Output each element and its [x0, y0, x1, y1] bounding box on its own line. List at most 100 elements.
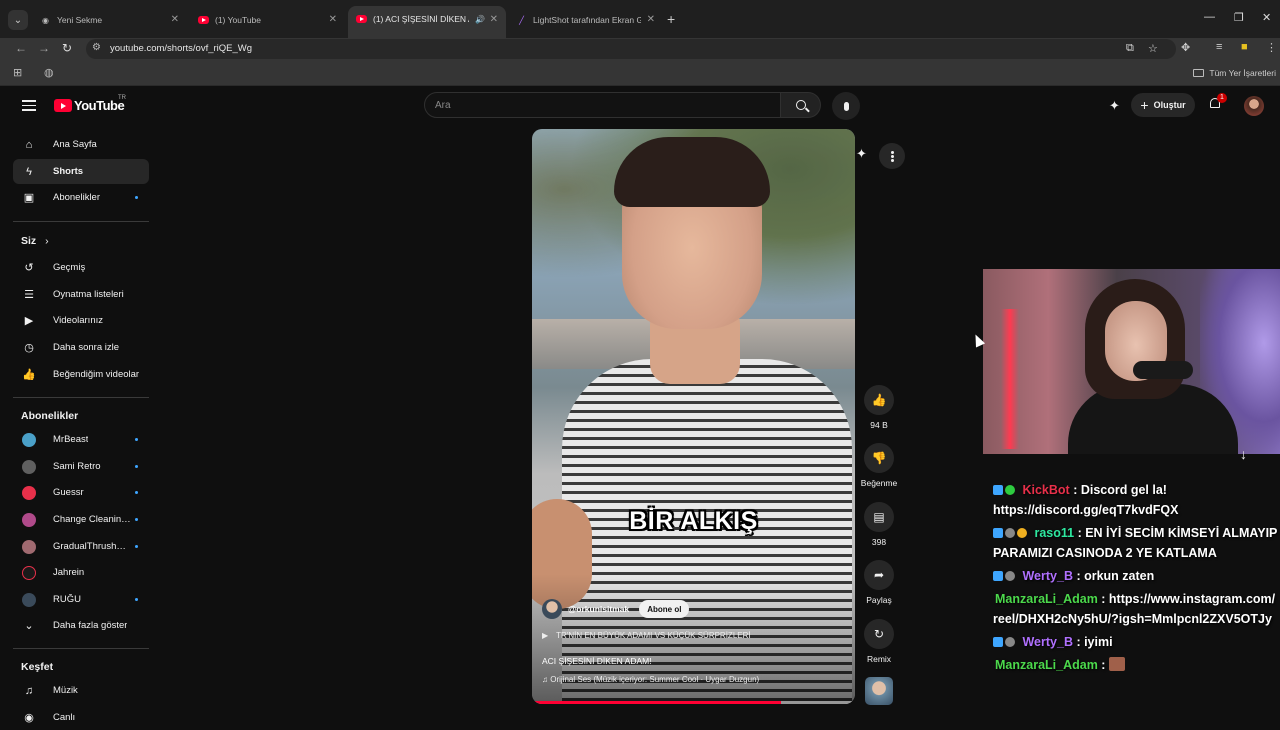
- tab-lightshot[interactable]: ╱ LightShot tarafından Ekran Gör ✕: [508, 8, 663, 32]
- sidebar-item-music[interactable]: ♫ Müzik: [13, 678, 149, 703]
- sidebar-item-channel[interactable]: Jahrein: [13, 560, 149, 585]
- subscribe-button[interactable]: Abone ol: [639, 600, 690, 618]
- extensions-icon[interactable]: ✥: [1181, 41, 1190, 54]
- new-tab-button[interactable]: +: [667, 11, 675, 27]
- sidebar-show-more[interactable]: ⌄ Daha fazla göster: [13, 613, 149, 638]
- reload-icon[interactable]: ↻: [62, 41, 72, 55]
- bookmark-star-icon[interactable]: ☆: [1148, 42, 1158, 55]
- chat-text: iyimi: [1084, 635, 1113, 649]
- tab-youtube[interactable]: (1) YouTube ✕: [190, 8, 345, 32]
- sidebar-item-live[interactable]: ◉ Canlı: [13, 705, 149, 730]
- comment-count: 398: [871, 537, 887, 547]
- sidebar: ⌂ Ana Sayfa ϟ Shorts ▣ Abonelikler Siz ›…: [0, 126, 158, 724]
- thumb-down-icon: 👎: [871, 451, 887, 465]
- shorts-icon: ϟ: [26, 165, 32, 178]
- site-info-icon[interactable]: ⚙: [92, 42, 101, 53]
- playlist-title: TR'NİN EN BÜYÜK ADAMI VS KÜÇÜK SÜRPRİZLE…: [556, 631, 751, 640]
- sidebar-item-watch-later[interactable]: ◷ Daha sonra izle: [13, 335, 149, 360]
- chat-message: Werty_B : iyimi: [993, 632, 1278, 652]
- sidebar-item-channel[interactable]: RUĞU: [13, 587, 149, 612]
- sidebar-item-playlists[interactable]: ☰ Oynatma listeleri: [13, 282, 149, 307]
- music-link[interactable]: ♫ Orijinal Ses (Müzik içeriyor: Summer C…: [542, 675, 759, 684]
- sidebar-item-subscriptions[interactable]: ▣ Abonelikler: [13, 185, 149, 210]
- maximize-icon[interactable]: ❐: [1234, 11, 1244, 24]
- tab-active-short[interactable]: (1) ACI ŞİŞESİNİ DİKEN ADAM 🔊 ✕: [348, 6, 506, 38]
- search-input[interactable]: Ara: [424, 92, 781, 118]
- tab-new-tab[interactable]: ◉ Yeni Sekme ✕: [32, 8, 187, 32]
- close-window-icon[interactable]: ✕: [1262, 11, 1271, 24]
- chat-badge-icon: [1005, 637, 1015, 647]
- avatar[interactable]: [1244, 96, 1264, 116]
- youtube-icon: [198, 15, 209, 26]
- all-bookmarks[interactable]: Tüm Yer İşaretleri: [1193, 68, 1276, 78]
- sidebar-item-channel[interactable]: Sami Retro: [13, 454, 149, 479]
- sidebar-item-liked-videos[interactable]: 👍 Beğendiğim videolar: [13, 362, 149, 387]
- tab-title: (1) ACI ŞİŞESİNİ DİKEN ADAM: [373, 14, 469, 24]
- webcam-scene: [1001, 309, 1019, 449]
- profile-extension-icon[interactable]: ■: [1241, 41, 1248, 53]
- close-icon[interactable]: ✕: [490, 14, 498, 25]
- browser-tab-strip: ⌄ ◉ Yeni Sekme ✕ (1) YouTube ✕ (1) ACI Ş…: [0, 0, 1280, 38]
- tab-search-button[interactable]: ⌄: [8, 10, 28, 30]
- channel-avatar: [22, 432, 36, 447]
- plus-icon: +: [1140, 97, 1149, 113]
- playlist-link[interactable]: ▶ TR'NİN EN BÜYÜK ADAMI VS KÜÇÜK SÜRPRİZ…: [542, 631, 751, 640]
- address-bar[interactable]: ⚙ youtube.com/shorts/ovf_riQE_Wg ⧉ ☆: [86, 39, 1176, 59]
- more-options-button[interactable]: [879, 143, 905, 169]
- channel-avatar[interactable]: [542, 599, 562, 619]
- short-title[interactable]: ACI ŞİŞESİNİ DİKEN ADAM!: [542, 656, 652, 666]
- sidebar-item-history[interactable]: ↺ Geçmiş: [13, 255, 149, 280]
- gemini-spark-icon[interactable]: ✦: [856, 146, 867, 162]
- chat-badge-icon: [1005, 485, 1015, 495]
- share-button[interactable]: ➦: [864, 560, 894, 590]
- sidebar-item-your-videos[interactable]: ▶ Videolarınız: [13, 308, 149, 333]
- minimize-icon[interactable]: —: [1204, 11, 1215, 23]
- sidebar-you-heading[interactable]: Siz ›: [21, 235, 49, 247]
- youtube-logo[interactable]: YouTube TR: [54, 95, 126, 113]
- sidebar-item-channel[interactable]: Guessr: [13, 480, 149, 505]
- notifications-button[interactable]: 1: [1210, 93, 1227, 110]
- menu-icon[interactable]: [22, 100, 36, 114]
- youtube-icon: [356, 14, 367, 25]
- tab-title: Yeni Sekme: [57, 15, 103, 25]
- remix-icon: ↻: [873, 627, 885, 641]
- audio-icon[interactable]: 🔊: [475, 15, 485, 24]
- channel-name[interactable]: @orkunisitmak: [568, 604, 629, 614]
- progress-bar[interactable]: [532, 701, 855, 704]
- like-button[interactable]: 👍: [864, 385, 894, 415]
- install-app-icon[interactable]: ⧉: [1126, 42, 1134, 55]
- gemini-spark-icon[interactable]: ✦: [1109, 98, 1120, 114]
- apps-icon[interactable]: ⊞: [13, 66, 22, 79]
- next-short-arrow-icon[interactable]: ↓: [1240, 446, 1247, 462]
- short-video-player[interactable]: BİR ALKIŞ @orkunisitmak Abone ol ▶ TR'Nİ…: [532, 129, 855, 704]
- sidebar-item-channel[interactable]: GradualThrush342: [13, 534, 149, 559]
- sidebar-item-channel[interactable]: Change Cleaning...: [13, 507, 149, 532]
- sound-thumbnail[interactable]: [865, 677, 893, 705]
- share-icon: ➦: [873, 568, 885, 582]
- sidebar-item-channel[interactable]: MrBeast: [13, 427, 149, 452]
- dislike-action: 👎 Beğenme: [859, 443, 899, 488]
- remix-button[interactable]: ↻: [864, 619, 894, 649]
- sidebar-item-home[interactable]: ⌂ Ana Sayfa: [13, 132, 149, 157]
- back-icon[interactable]: ←: [15, 41, 27, 55]
- close-icon[interactable]: ✕: [647, 14, 655, 25]
- search-placeholder: Ara: [435, 100, 451, 111]
- dislike-button[interactable]: 👎: [864, 443, 894, 473]
- close-icon[interactable]: ✕: [329, 14, 337, 25]
- comments-button[interactable]: ▤: [864, 502, 894, 532]
- voice-search-button[interactable]: [832, 92, 860, 120]
- chat-badge-icon: [1017, 528, 1027, 538]
- media-controls-icon[interactable]: ≡: [1216, 41, 1222, 53]
- forward-icon[interactable]: →: [38, 41, 50, 55]
- chat-user: raso11: [1034, 526, 1075, 540]
- chat-user: Werty_B: [1022, 569, 1073, 583]
- browser-menu-icon[interactable]: ⋮: [1266, 41, 1277, 54]
- share-action: ➦ Paylaş: [859, 560, 899, 605]
- create-button[interactable]: + Oluştur: [1131, 93, 1195, 117]
- folder-icon: [1193, 69, 1205, 77]
- sidebar-item-shorts[interactable]: ϟ Shorts: [13, 159, 149, 184]
- close-icon[interactable]: ✕: [171, 14, 179, 25]
- search-button[interactable]: [781, 92, 821, 118]
- divider: [13, 221, 149, 222]
- bookmark-globe-icon[interactable]: ◍: [44, 66, 54, 79]
